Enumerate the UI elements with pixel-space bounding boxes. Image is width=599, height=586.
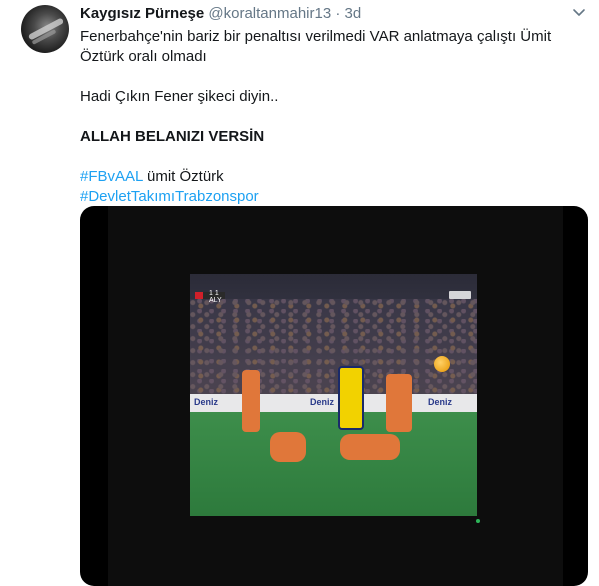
tweet-header: Kaygısız Pürneşe @koraltanmahir13 · 3d [80,4,361,24]
user-avatar[interactable] [21,5,69,53]
pitch-grass [190,412,477,516]
hashtag-line-2: #DevletTakımıTrabzonspor [80,187,580,207]
player-figure [242,370,260,432]
crowd-area [190,299,477,394]
broadcast-footage: 1 1 ALY Deniz Deniz Deniz [190,274,477,516]
player-figure [338,366,364,430]
player-figure [340,434,400,460]
ball [434,356,450,372]
tweet-card[interactable]: Kaygısız Pürneşe @koraltanmahir13 · 3d F… [0,0,599,586]
sponsor-text: Deniz [194,397,219,407]
scoreboard-text: 1 1 ALY [209,290,222,304]
player-figure [270,432,306,462]
team-color-chip [195,292,203,299]
sponsor-text: Deniz [310,397,335,407]
tweet-time[interactable]: 3d [345,5,362,22]
author-handle[interactable]: @koraltanmahir13 [208,5,331,22]
scoreboard: 1 1 ALY [195,290,225,304]
video-media[interactable]: 1 1 ALY Deniz Deniz Deniz [80,206,588,586]
author-name[interactable]: Kaygısız Pürneşe [80,5,204,22]
tweet-line-3: ALLAH BELANIZI VERSİN [80,128,265,145]
tweet-line-1: Fenerbahçe'nin bariz bir penaltısı veril… [80,28,552,65]
broadcaster-logo [449,291,471,299]
separator-dot: · [335,5,341,22]
advertising-board: Deniz Deniz Deniz [190,394,477,412]
hashtag-link[interactable]: #FBvAAL [80,168,143,185]
player-figure [386,374,412,432]
hashtag-line-1: #FBvAAL ümit Öztürk [80,167,580,187]
hashtag-link[interactable]: #DevletTakımıTrabzonspor [80,188,259,205]
hashtag-suffix: ümit Öztürk [142,168,224,185]
chevron-down-icon[interactable] [572,6,586,20]
tweet-line-2: Hadi Çıkın Fener şikeci diyin.. [80,88,279,105]
tweet-text: Fenerbahçe'nin bariz bir penaltısı veril… [80,27,580,207]
recording-dot [476,519,480,523]
sponsor-text: Deniz [428,397,453,407]
